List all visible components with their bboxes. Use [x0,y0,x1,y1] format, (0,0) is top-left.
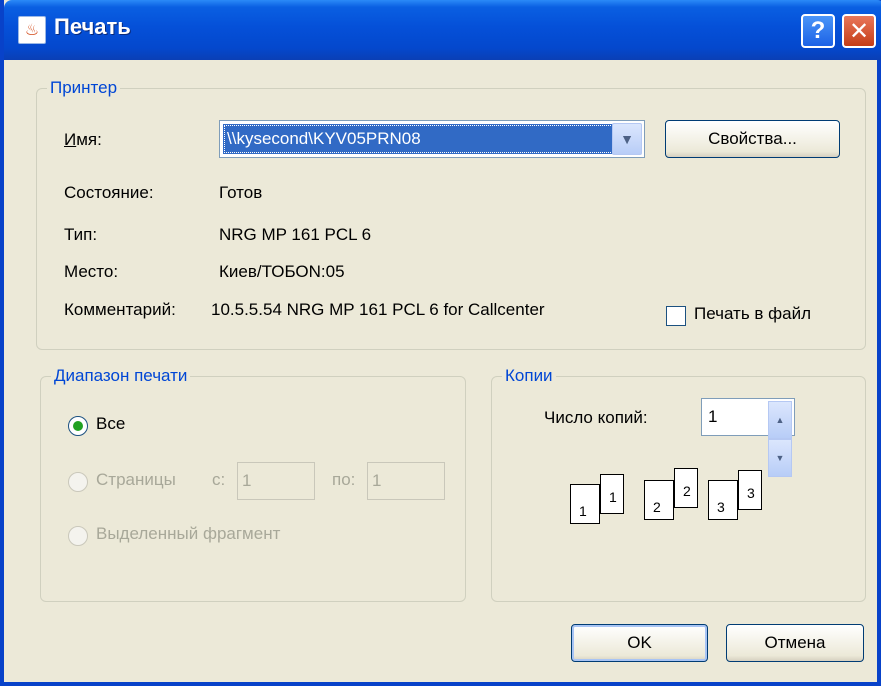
cancel-button[interactable]: Отмена [726,624,864,662]
close-button[interactable]: ✕ [842,14,876,48]
range-pages-label[interactable]: Страницы [96,470,176,490]
range-to-input[interactable]: 1 [367,462,445,500]
range-from-input[interactable]: 1 [237,462,315,500]
chevron-down-icon[interactable]: ▼ [612,123,642,155]
collate-page-1-back: 1 [600,474,624,514]
copies-count-label: Число копий: [544,408,648,427]
collate-page-3-back: 3 [738,470,762,510]
print-to-file-checkbox[interactable] [666,306,686,326]
range-pages-radio[interactable] [68,472,88,492]
collate-page-1-front: 1 [570,484,600,524]
spin-down-icon[interactable]: ▼ [768,439,792,477]
spinner-buttons[interactable]: ▲ ▼ [768,401,792,477]
printer-name-value: \\kysecond\KYV05PRN08 [223,124,616,154]
collate-page-3-front: 3 [708,480,738,520]
help-button[interactable]: ? [801,14,835,48]
printer-name-label: Имя: [64,130,102,149]
printer-name-combobox[interactable]: \\kysecond\KYV05PRN08 ▼ [219,120,645,158]
collate-page-2-back: 2 [674,468,698,508]
range-selection-label[interactable]: Выделенный фрагмент [96,524,280,544]
range-to-label: по: [332,470,356,489]
status-value: Готов [219,183,263,202]
collate-page-2-front: 2 [644,480,674,520]
copies-legend: Копии [505,366,553,385]
location-value: Киев/ТОБОN:05 [219,262,345,281]
window-title: Печать [54,14,131,39]
title-bar[interactable]: ♨ Печать ? ✕ [4,0,881,60]
print-dialog: ♨ Печать ? ✕ Принтер Имя: \\kysecond\KYV… [0,0,881,686]
type-label: Тип: [64,225,98,244]
printer-group-legend: Принтер [50,78,118,97]
comment-value: 10.5.5.54 NRG MP 161 PCL 6 for Callcente… [211,300,545,319]
status-label: Состояние: [64,183,154,202]
java-cup-icon: ♨ [18,16,46,44]
type-value: NRG MP 161 PCL 6 [219,225,372,244]
spin-up-icon[interactable]: ▲ [768,401,792,439]
range-all-radio[interactable] [68,416,88,436]
copies-count-spinner[interactable]: 1 ▲ ▼ [701,398,795,477]
print-to-file-label[interactable]: Печать в файл [694,304,811,324]
range-all-label[interactable]: Все [96,414,125,434]
comment-label: Комментарий: [64,300,176,319]
range-selection-radio[interactable] [68,526,88,546]
range-from-label: с: [212,470,226,489]
properties-button[interactable]: Свойства... [665,120,840,158]
copies-count-value: 1 [708,407,718,426]
ok-button[interactable]: OK [571,624,708,662]
location-label: Место: [64,262,119,281]
print-range-legend: Диапазон печати [54,366,188,385]
